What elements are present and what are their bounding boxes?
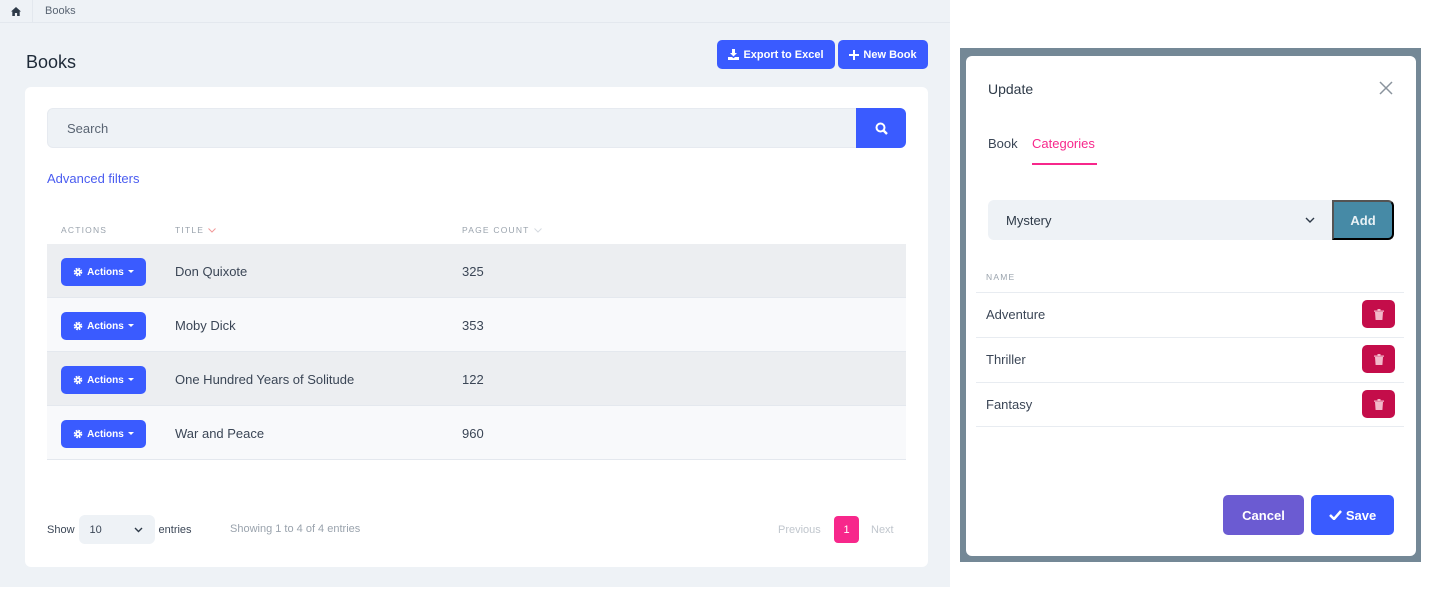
category-name: Adventure (986, 307, 1046, 322)
column-title[interactable]: TITLE (175, 225, 217, 235)
actions-label: Actions (87, 266, 124, 278)
gear-icon (73, 267, 83, 277)
actions-label: Actions (87, 320, 124, 332)
download-icon (728, 49, 740, 60)
page-count: 353 (462, 318, 484, 333)
new-book-button[interactable]: New Book (838, 40, 928, 69)
page-size-value: 10 (89, 523, 102, 536)
category-row: Thriller (976, 337, 1404, 382)
book-title: One Hundred Years of Solitude (175, 372, 355, 387)
gear-icon (73, 321, 83, 331)
search-icon (875, 122, 888, 135)
book-title: Don Quixote (175, 264, 248, 279)
trash-icon (1373, 308, 1384, 320)
breadcrumb: Books (0, 0, 950, 23)
table-row: Actions One Hundred Years of Solitude 122 (47, 352, 906, 406)
tab-book[interactable]: Book (988, 136, 1018, 151)
cancel-button[interactable]: Cancel (1223, 495, 1304, 535)
caret-down-icon (127, 378, 134, 381)
add-category-button[interactable]: Add (1332, 200, 1394, 240)
page-1-button[interactable]: 1 (834, 516, 859, 543)
page-title: Books (26, 52, 77, 72)
category-select[interactable]: Mystery (988, 200, 1333, 240)
plus-icon (849, 49, 860, 60)
export-excel-button[interactable]: Export to Excel (717, 40, 835, 69)
column-actions: ACTIONS (61, 225, 108, 235)
search-button[interactable] (856, 108, 906, 148)
category-name: Thriller (986, 352, 1026, 367)
actions-label: Actions (87, 374, 124, 386)
sort-icon (533, 227, 542, 233)
actions-button[interactable]: Actions (61, 312, 146, 340)
check-icon (1328, 510, 1342, 520)
actions-button[interactable]: Actions (61, 420, 146, 448)
next-button[interactable]: Next (871, 524, 894, 536)
actions-button[interactable]: Actions (61, 258, 146, 286)
delete-category-button[interactable] (1362, 300, 1395, 328)
home-link[interactable] (0, 0, 33, 23)
table-row: Actions Moby Dick 353 (47, 298, 906, 352)
page-size-select[interactable]: 10 (78, 515, 155, 544)
home-icon (11, 6, 21, 16)
entries-label: entries (158, 523, 192, 536)
divider (976, 426, 1404, 427)
active-tab-indicator (1032, 163, 1097, 165)
delete-category-button[interactable] (1362, 345, 1395, 373)
page-count: 325 (462, 264, 484, 279)
column-page-count[interactable]: PAGE COUNT (462, 225, 542, 235)
previous-button[interactable]: Previous (778, 524, 821, 536)
new-book-label: New Book (863, 48, 917, 61)
search-placeholder: Search (67, 120, 109, 136)
actions-label: Actions (87, 428, 124, 440)
trash-icon (1373, 353, 1384, 365)
category-name: Fantasy (986, 397, 1033, 412)
books-page: Books Books Export to Excel New Book Sea… (0, 0, 950, 587)
caret-down-icon (127, 324, 134, 327)
book-title: War and Peace (175, 426, 265, 441)
trash-icon (1373, 398, 1384, 410)
table-row: Actions War and Peace 960 (47, 406, 906, 460)
gear-icon (73, 429, 83, 439)
gear-icon (73, 375, 83, 385)
save-button[interactable]: Save (1311, 495, 1394, 535)
caret-down-icon (127, 432, 134, 435)
breadcrumb-current: Books (45, 5, 76, 17)
search-input[interactable]: Search (47, 108, 857, 148)
page-count: 960 (462, 426, 484, 441)
tab-categories[interactable]: Categories (1032, 136, 1095, 151)
books-card: Search Advanced filters ACTIONS TITLE PA… (25, 87, 928, 567)
category-row: Fantasy (976, 382, 1404, 427)
update-modal: Update Book Categories Mystery Add NAME … (966, 56, 1416, 556)
chevron-down-icon (1305, 217, 1315, 223)
book-title: Moby Dick (175, 318, 236, 333)
modal-backdrop[interactable]: Update Book Categories Mystery Add NAME … (960, 48, 1421, 562)
page-count: 122 (462, 372, 484, 387)
sort-desc-icon (208, 227, 217, 233)
entries-info: Showing 1 to 4 of 4 entries (230, 523, 361, 535)
table-row: Actions Don Quixote 325 (47, 244, 906, 298)
save-label: Save (1345, 507, 1377, 523)
export-label: Export to Excel (743, 48, 824, 61)
actions-button[interactable]: Actions (61, 366, 146, 394)
modal-title: Update (988, 81, 1034, 97)
category-select-value: Mystery (1006, 212, 1052, 228)
advanced-filters-link[interactable]: Advanced filters (47, 171, 140, 186)
chevron-down-icon (134, 527, 143, 532)
page-size-control: Show 10 entries (47, 515, 192, 544)
column-name: NAME (986, 272, 1016, 282)
caret-down-icon (127, 270, 134, 273)
show-label: Show (47, 523, 75, 536)
close-icon[interactable] (1379, 81, 1393, 95)
delete-category-button[interactable] (1362, 390, 1395, 418)
category-row: Adventure (976, 292, 1404, 337)
